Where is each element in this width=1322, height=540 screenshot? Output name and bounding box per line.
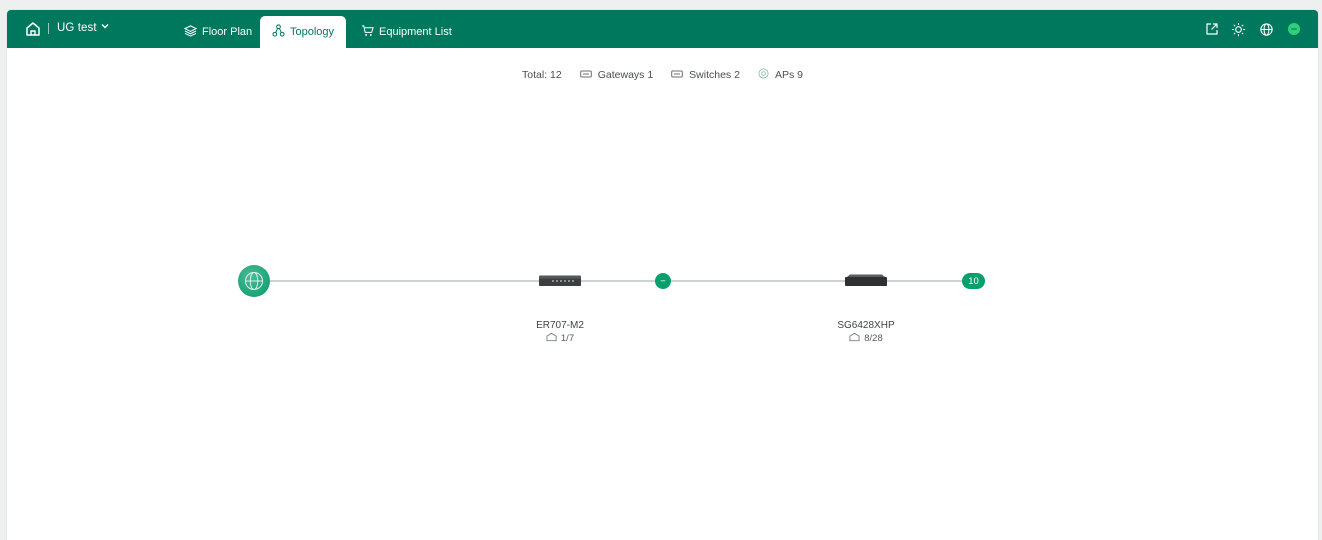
app-window: UG test Floor Plan Topology Equipment Li… — [7, 10, 1318, 540]
export-icon[interactable] — [1204, 21, 1220, 37]
tab-floor-plan[interactable]: Floor Plan — [183, 16, 253, 48]
home-icon[interactable] — [24, 20, 42, 38]
tab-topology[interactable]: Topology — [260, 16, 346, 48]
top-navigation-bar: UG test Floor Plan Topology Equipment Li… — [7, 10, 1318, 48]
divider — [48, 23, 49, 34]
switch-ports: 8/28 — [806, 332, 926, 345]
chevron-down-icon — [100, 21, 110, 34]
gateway-device-icon[interactable] — [539, 275, 581, 287]
topology-icon — [272, 24, 285, 40]
gateway-ports: 1/7 — [500, 332, 620, 345]
site-selector[interactable]: UG test — [57, 21, 110, 34]
switch-name: SG6428XHP — [837, 320, 895, 331]
port-icon — [546, 332, 557, 345]
layers-icon — [183, 24, 198, 40]
tab-label: Floor Plan — [202, 26, 253, 38]
tab-label: Topology — [289, 26, 335, 38]
site-name: UG test — [57, 21, 97, 34]
globe-icon[interactable] — [1258, 21, 1274, 37]
gateway-name: ER707-M2 — [536, 320, 584, 331]
theme-icon[interactable] — [1230, 21, 1246, 37]
topology-graph — [238, 265, 962, 297]
tab-equipment-list[interactable]: Equipment List — [361, 16, 452, 48]
tab-label: Equipment List — [379, 26, 452, 38]
switch-device-icon[interactable] — [845, 274, 887, 287]
topology-canvas[interactable]: − 10 ER707-M2 1/7 SG6428XHP 8/28 — [7, 48, 1318, 540]
collapse-button[interactable]: − — [655, 273, 671, 289]
internet-globe-icon[interactable] — [238, 265, 270, 297]
cart-icon — [361, 24, 374, 40]
port-icon — [849, 332, 860, 345]
status-dot-icon[interactable] — [1286, 21, 1302, 37]
ap-count-badge[interactable]: 10 — [962, 273, 985, 289]
